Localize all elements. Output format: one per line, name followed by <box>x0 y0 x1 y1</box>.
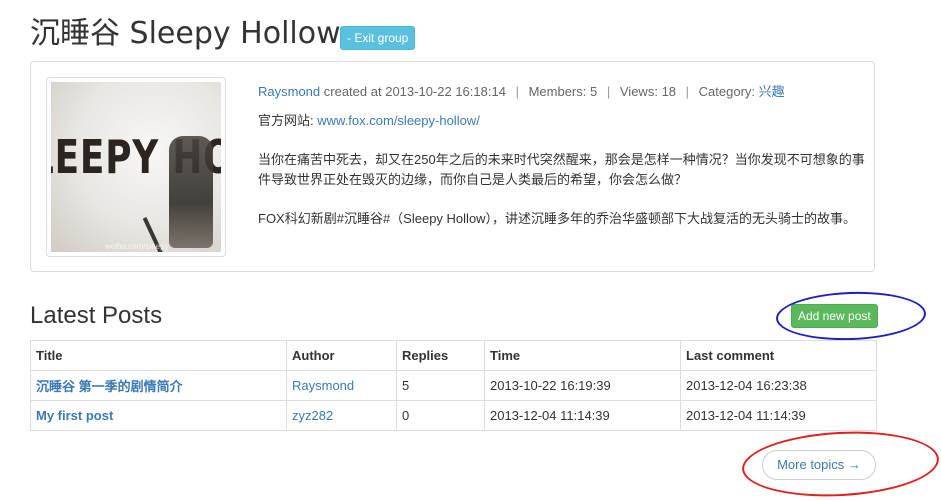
group-title: 沉睡谷 Sleepy Hollow <box>30 16 341 51</box>
members-label: Members: <box>528 84 587 99</box>
column-header-replies: Replies <box>396 340 485 371</box>
views-count: 18 <box>661 84 677 99</box>
description-paragraph-1: 当你在痛苦中死去，却又在250年之后的未来时代突然醒来，那会是怎样一种情况？当你… <box>258 152 865 187</box>
site-link[interactable]: www.fox.com/sleepy-hollow/ <box>317 113 480 128</box>
separator: | <box>685 84 690 99</box>
members-count: 5 <box>590 84 598 99</box>
group-meta: Raysmond created at 2013-10-22 16:18:14 … <box>258 81 785 100</box>
group-info-panel: LEEPY HOLL weibo.com/sleepy Raysmond cre… <box>30 61 875 272</box>
posts-table: Title Author Replies Time Last comment 沉… <box>30 340 877 431</box>
latest-posts-heading: Latest Posts <box>30 302 163 329</box>
post-title-link[interactable]: 沉睡谷 第一季的剧情简介 <box>36 379 183 394</box>
post-last-comment: 2013-12-04 11:14:39 <box>680 400 877 431</box>
post-author-link[interactable]: Raysmond <box>292 378 354 393</box>
official-site: 官方网站: www.fox.com/sleepy-hollow/ <box>258 110 480 129</box>
red-annotation-circle <box>740 426 941 501</box>
creator-link[interactable]: Raysmond <box>258 84 320 99</box>
category-link[interactable]: 兴趣 <box>759 84 785 99</box>
post-last-comment: 2013-12-04 16:23:38 <box>680 370 877 401</box>
post-replies: 5 <box>396 370 485 401</box>
column-header-author: Author <box>286 340 397 371</box>
description-paragraph-2: FOX科幻新剧#沉睡谷#（Sleepy Hollow），讲述沉睡多年的乔治华盛顿… <box>258 211 857 226</box>
blue-annotation-circle <box>775 289 927 343</box>
post-title-link[interactable]: My first post <box>36 408 113 423</box>
exit-group-button[interactable]: - Exit group <box>340 26 416 50</box>
group-thumbnail[interactable]: LEEPY HOLL weibo.com/sleepy <box>46 77 226 257</box>
column-header-title: Title <box>30 340 287 371</box>
separator: | <box>606 84 611 99</box>
views-label: Views: <box>619 84 658 99</box>
column-header-time: Time <box>484 340 681 371</box>
category-label: Category: <box>698 84 756 99</box>
table-header-row: Title Author Replies Time Last comment <box>30 340 877 371</box>
site-label: 官方网站: <box>258 113 314 128</box>
post-time: 2013-10-22 16:19:39 <box>484 370 681 401</box>
column-header-last-comment: Last comment <box>680 340 877 371</box>
headless-horseman-figure <box>169 136 213 248</box>
separator: | <box>515 84 519 99</box>
created-label: created at <box>323 84 382 99</box>
table-row: 沉睡谷 第一季的剧情简介 Raysmond 5 2013-10-22 16:19… <box>30 370 877 401</box>
table-row: My first post zyz282 0 2013-12-04 11:14:… <box>30 400 877 431</box>
created-at: 2013-10-22 16:18:14 <box>385 84 506 99</box>
post-replies: 0 <box>396 400 485 431</box>
group-poster-image: LEEPY HOLL weibo.com/sleepy <box>51 82 221 252</box>
post-author-link[interactable]: zyz282 <box>292 408 333 423</box>
post-time: 2013-12-04 11:14:39 <box>484 400 681 431</box>
poster-watermark: weibo.com/sleepy <box>105 242 169 251</box>
